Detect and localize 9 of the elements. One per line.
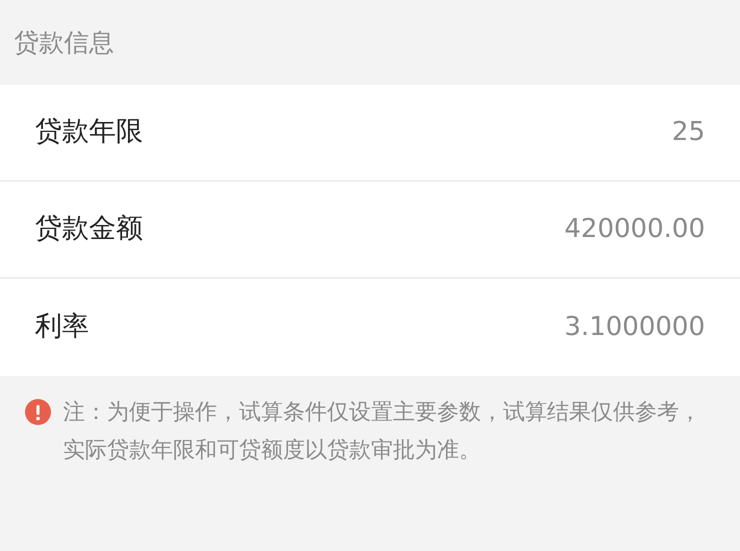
field-label: 贷款金额 [35, 212, 143, 246]
disclaimer-note: 注：为便于操作，试算条件仅设置主要参数，试算结果仅供参考，实际贷款年限和可贷额度以贷款审批为准。 [63, 399, 702, 465]
field-value: 420000.00 [564, 213, 705, 246]
section-title: 贷款信息 [14, 26, 114, 59]
field-label: 利率 [35, 310, 89, 344]
field-value: 3.1000000 [564, 311, 705, 344]
warning-icon [25, 399, 51, 425]
field-value: 25 [672, 116, 705, 149]
field-label: 贷款年限 [35, 115, 143, 150]
